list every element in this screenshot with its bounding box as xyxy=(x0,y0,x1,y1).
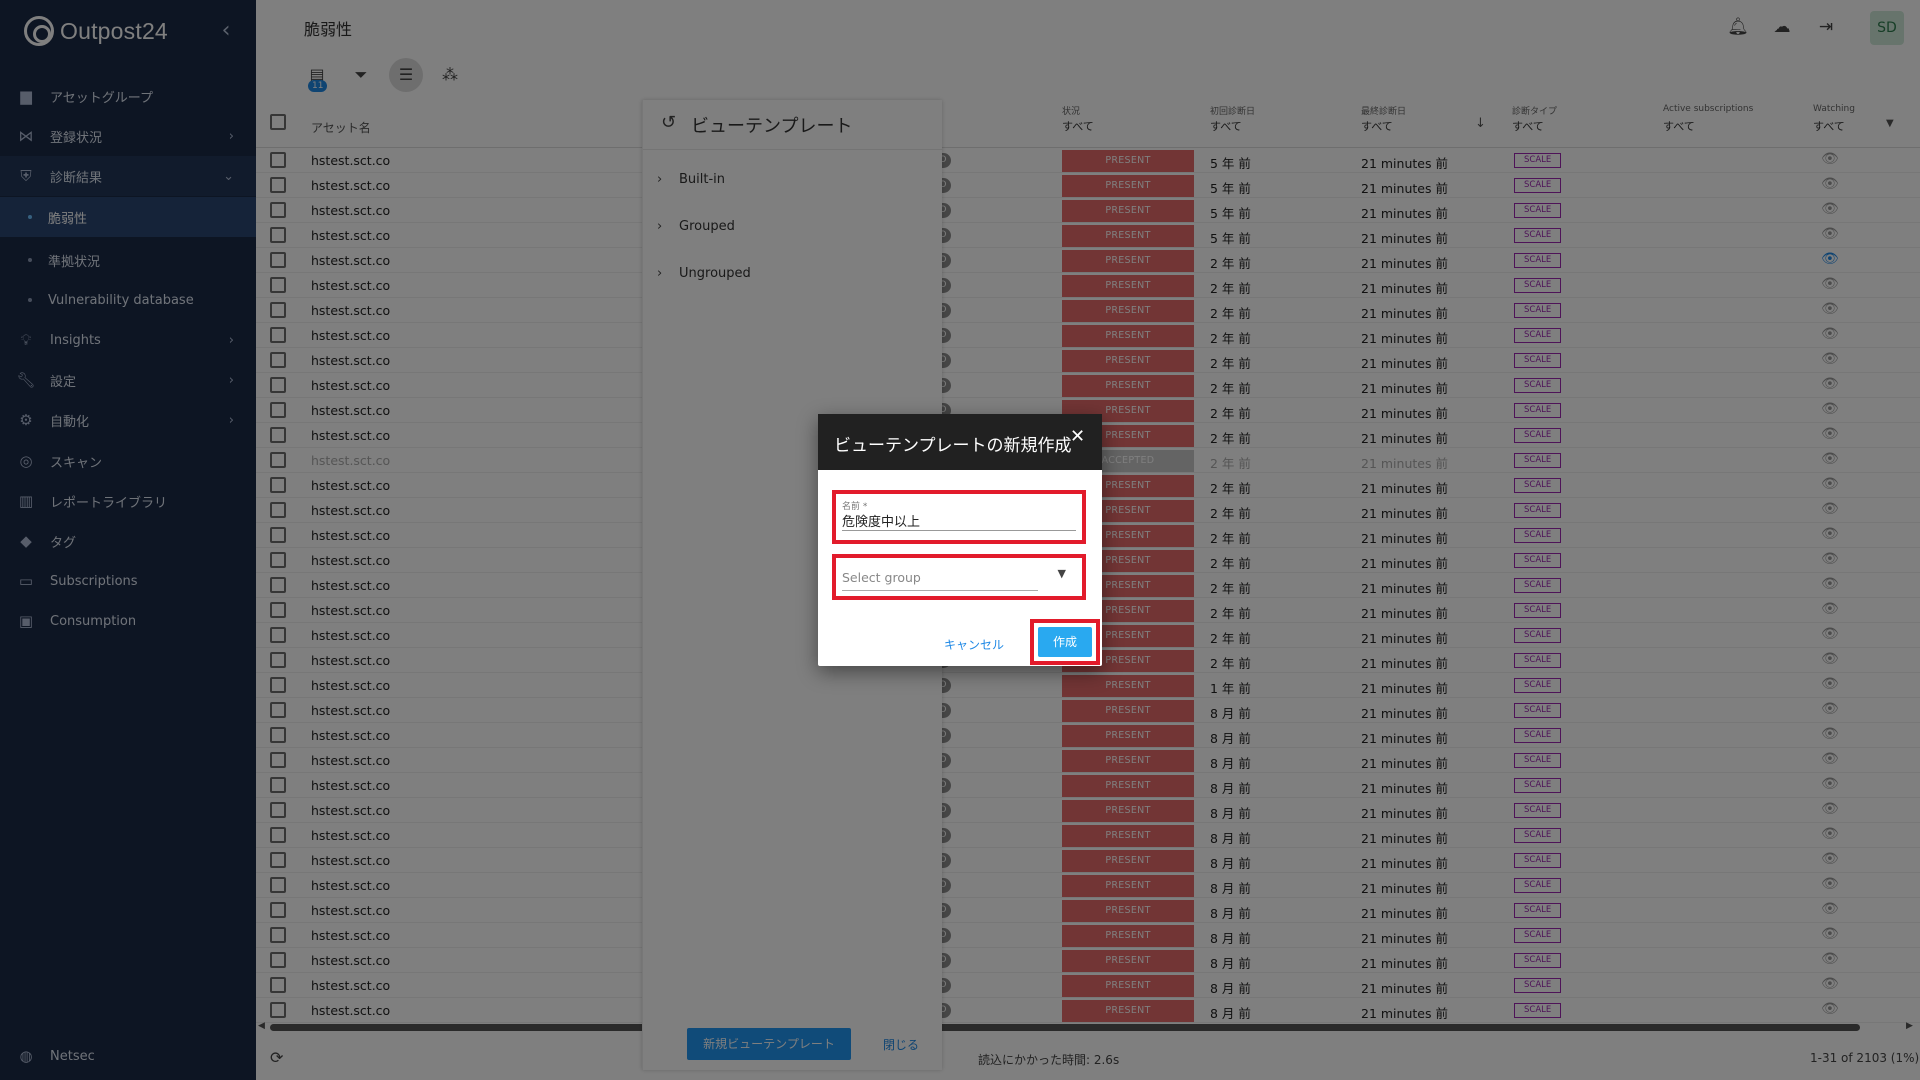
create-button[interactable]: 作成 xyxy=(1038,627,1092,657)
group-select[interactable]: Select group ▼ xyxy=(832,554,1086,600)
dialog-title: ビューテンプレートの新規作成 xyxy=(834,436,1072,456)
group-select-placeholder: Select group xyxy=(842,570,921,585)
new-view-template-dialog: ビューテンプレートの新規作成 ✕ 名前 * 危険度中以上 Select grou… xyxy=(818,414,1102,666)
name-input[interactable]: 危険度中以上 xyxy=(842,511,920,530)
group-select-underline xyxy=(842,590,1038,591)
dialog-header: ビューテンプレートの新規作成 ✕ xyxy=(818,414,1102,470)
cancel-button[interactable]: キャンセル xyxy=(944,636,1004,653)
name-field-underline xyxy=(842,530,1076,531)
name-field[interactable]: 名前 * 危険度中以上 xyxy=(832,490,1086,544)
close-icon[interactable]: ✕ xyxy=(1070,426,1085,447)
create-button-highlight: 作成 xyxy=(1030,619,1100,665)
app-root: Outpost24 ‹ ▆アセットグループ⋈登録状況›⛨診断結果⌄脆弱性準拠状況… xyxy=(0,0,1920,1080)
dropdown-arrow-icon[interactable]: ▼ xyxy=(1058,567,1066,580)
